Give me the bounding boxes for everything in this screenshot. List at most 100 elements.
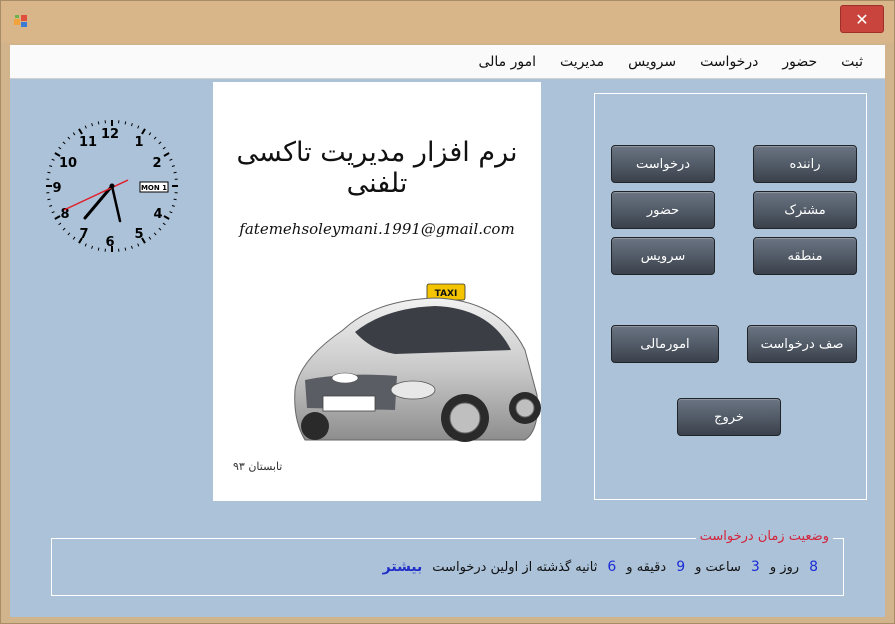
clock-tick (163, 152, 170, 157)
clock-tick (171, 204, 175, 207)
clock-number-9: 9 (52, 181, 61, 196)
clock-tick (173, 171, 177, 174)
clock-tick (97, 247, 100, 251)
clock-tick (162, 222, 166, 226)
minutes-label: دقیقه و (626, 559, 667, 575)
menu-register[interactable]: ثبت (829, 45, 875, 79)
clock-tick (171, 165, 175, 168)
finance-button[interactable]: امورمالی (611, 325, 719, 363)
clock-tick (47, 198, 51, 201)
form-client-area: 12 1 2 4 5 6 7 8 9 10 11 MON 1 نرم افزار… (10, 79, 885, 617)
clock-number-1: 1 (134, 135, 143, 150)
menu-attendance[interactable]: حضور (770, 45, 829, 79)
poster-email: fatemehsoleymani.1991@gmail.com (239, 220, 515, 238)
menu-bar: ثبت حضور درخواست سرویس مدیریت امور مالی (10, 45, 885, 79)
clock-tick (97, 121, 100, 125)
clock-tick (49, 204, 53, 207)
clock-minute-hand (110, 184, 122, 223)
clock-tick (162, 146, 166, 150)
clock-tick (54, 215, 61, 220)
clock-tick (49, 165, 53, 168)
seconds-label: ثانیه گذشته از اولین درخواست (432, 559, 598, 575)
request-button[interactable]: درخواست (611, 145, 715, 183)
taxi-sign-text: TAXI (435, 289, 458, 299)
clock-tick (124, 121, 127, 125)
clock-tick (91, 245, 94, 249)
clock-tick (51, 158, 55, 161)
windows-form-icon (14, 15, 27, 27)
clock-center (109, 183, 115, 189)
poster-signature: تابستان ۹۳ (233, 460, 283, 473)
title-bar[interactable]: ✕ (1, 1, 894, 43)
clock-tick (141, 128, 146, 135)
clock-hour-hand (83, 184, 114, 220)
service-button[interactable]: سرویس (611, 237, 715, 275)
close-button[interactable]: ✕ (840, 5, 884, 33)
seconds-value: 6 (607, 559, 617, 575)
clock-number-11: 11 (79, 135, 97, 150)
clock-tick (130, 245, 133, 249)
car-license-plate (322, 395, 376, 412)
menu-management[interactable]: مدیریت (548, 45, 616, 79)
clock-number-2: 2 (152, 156, 161, 171)
request-time-status-group: وضعیت زمان درخواست 8 روز و 3 ساعت و 9 دق… (51, 529, 844, 596)
clock-number-7: 7 (79, 227, 88, 242)
clock-tick (91, 123, 94, 127)
main-buttons-panel: راننده درخواست مشترک حضور منطقه سرویس صف… (594, 93, 867, 500)
clock-tick (148, 132, 152, 136)
clock-tick (153, 232, 157, 236)
main-window: ✕ ثبت حضور درخواست سرویس مدیریت امور مال… (0, 0, 895, 624)
clock-tick (72, 132, 76, 136)
request-queue-button[interactable]: صف درخواست (747, 325, 857, 363)
clock-tick (47, 171, 51, 174)
clock-tick (58, 222, 62, 226)
menu-request[interactable]: درخواست (688, 45, 770, 79)
clock-tick (158, 141, 162, 145)
attendance-button[interactable]: حضور (611, 191, 715, 229)
clock-number-4: 4 (153, 207, 162, 222)
minutes-value: 9 (676, 559, 686, 575)
menu-service[interactable]: سرویس (616, 45, 688, 79)
clock-tick (169, 158, 173, 161)
clock-tick (137, 243, 140, 247)
clock-number-12: 12 (101, 127, 119, 142)
menu-finance[interactable]: امور مالی (466, 45, 548, 79)
clock-tick (130, 123, 133, 127)
driver-button[interactable]: راننده (753, 145, 857, 183)
clock-tick (84, 243, 87, 247)
clock-tick (148, 236, 152, 240)
zone-button[interactable]: منطقه (753, 237, 857, 275)
clock-tick (72, 236, 76, 240)
app-poster-image: نرم افزار مدیریت تاکسی تلفنی fatemehsole… (213, 82, 541, 501)
days-label: روز و (769, 559, 800, 575)
hours-label: ساعت و (695, 559, 741, 575)
more-link[interactable]: بیشتر (378, 559, 428, 575)
clock-date-text: MON 1 (141, 184, 167, 192)
clock-tick (51, 211, 55, 214)
clock-number-5: 5 (134, 227, 143, 242)
clock-tick (78, 128, 83, 135)
subscriber-button[interactable]: مشترک (753, 191, 857, 229)
clock-tick (62, 227, 66, 231)
clock-tick (58, 146, 62, 150)
clock-tick (137, 125, 140, 129)
clock-tick (158, 227, 162, 231)
clock-number-10: 10 (59, 156, 77, 171)
taxi-car-illustration: TAXI (294, 283, 541, 442)
hours-value: 3 (750, 559, 760, 575)
clock-tick (62, 141, 66, 145)
days-value: 8 (809, 559, 818, 575)
close-icon: ✕ (855, 9, 869, 29)
status-legend: وضعیت زمان درخواست (695, 529, 833, 544)
analog-clock: 12 1 2 4 5 6 7 8 9 10 11 MON 1 (46, 120, 178, 252)
exit-button[interactable]: خروج (677, 398, 781, 436)
poster-title: نرم افزار مدیریت تاکسی تلفنی (236, 137, 518, 199)
clock-tick (169, 211, 173, 214)
clock-tick (84, 125, 87, 129)
clock-tick (173, 198, 177, 201)
clock-tick (163, 215, 170, 220)
clock-number-6: 6 (105, 235, 114, 250)
clock-tick (124, 247, 127, 251)
clock-tick (153, 136, 157, 140)
clock-tick (67, 232, 71, 236)
